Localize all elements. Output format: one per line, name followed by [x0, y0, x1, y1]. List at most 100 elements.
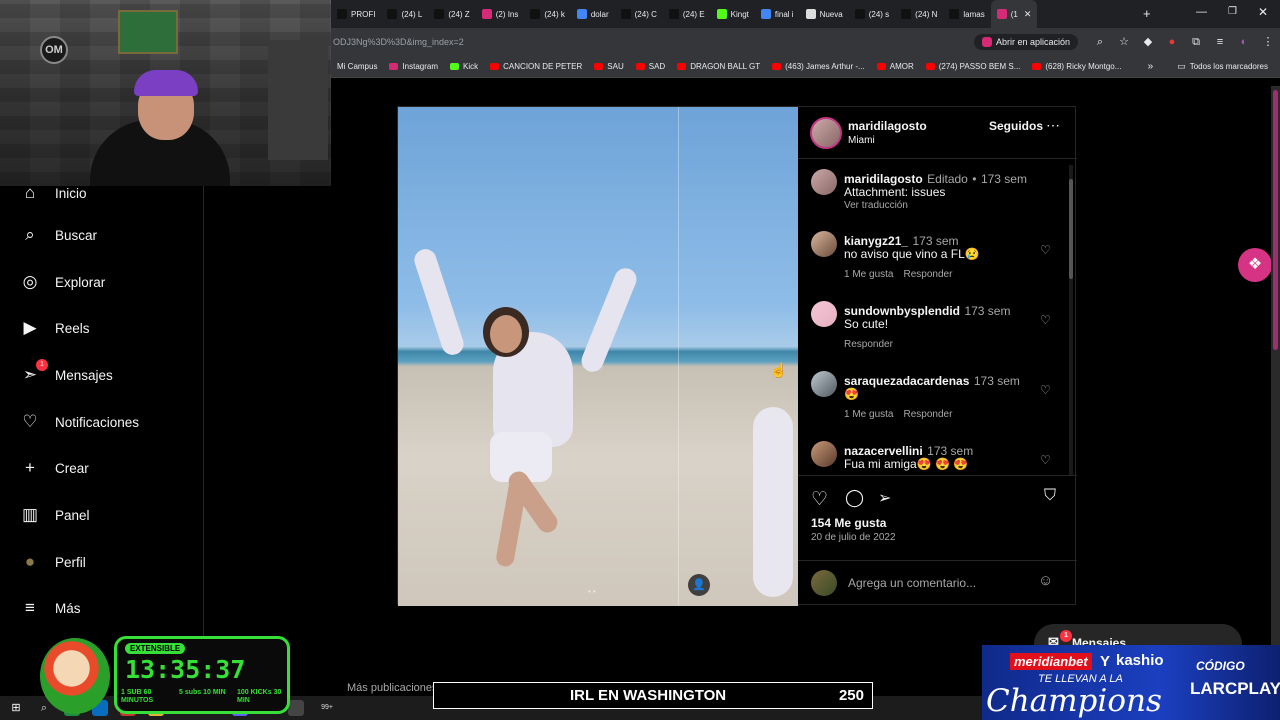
browser-tab[interactable]: Nueva: [800, 0, 849, 28]
bookmark-item[interactable]: Instagram: [383, 62, 444, 71]
bookmark-item[interactable]: (274) PASSO BEM S...: [920, 62, 1027, 71]
comment-like-icon[interactable]: ♡: [1040, 313, 1051, 327]
browser-tab[interactable]: lamas: [943, 0, 990, 28]
extension-red-icon[interactable]: ●: [1165, 35, 1179, 49]
post-photo[interactable]: • • 👤: [398, 107, 798, 606]
kebab-menu-icon[interactable]: ⋮: [1261, 35, 1275, 49]
browser-tab[interactable]: final i: [755, 0, 800, 28]
bookmarks-overflow-icon[interactable]: »: [1148, 61, 1154, 72]
sidebar-item-panel[interactable]: ▥ Panel: [20, 505, 90, 525]
comment-username[interactable]: nazacervellini: [844, 444, 923, 458]
commenter-avatar[interactable]: [811, 301, 837, 327]
caption-username[interactable]: maridilagosto: [844, 172, 923, 186]
browser-tab-bar: PROFI (24) L (24) Z (2) Ins (24) k dolar (24) …: [331, 0, 1280, 28]
sidebar-item-perfil[interactable]: ● Perfil: [20, 552, 86, 572]
sidebar-item-buscar[interactable]: ⌕ Buscar: [20, 225, 97, 245]
sidebar-item-mensajes[interactable]: ➣ 1 Mensajes: [20, 359, 113, 385]
bookmark-label: (463) James Arthur -...: [785, 62, 865, 71]
like-count[interactable]: 154 Me gusta: [811, 516, 886, 530]
comment-icon[interactable]: ◯: [845, 488, 864, 508]
emoji-icon[interactable]: ☺: [1038, 572, 1053, 589]
author-username[interactable]: maridilagosto: [848, 119, 927, 133]
bookmark-item[interactable]: DRAGON BALL GT: [671, 62, 766, 71]
sidebar-item-inicio[interactable]: ⌂ Inicio: [20, 183, 87, 203]
commenter-avatar[interactable]: [811, 231, 837, 257]
browser-tab[interactable]: (24) N: [895, 0, 943, 28]
post-date: 20 de julio de 2022: [811, 532, 896, 543]
comment-username[interactable]: saraquezadacardenas: [844, 374, 969, 388]
browser-tab[interactable]: (2) Ins: [476, 0, 525, 28]
more-options-icon[interactable]: ⋯: [1046, 117, 1060, 134]
playlist-icon[interactable]: ≡: [1213, 35, 1227, 49]
sidebar-item-explorar[interactable]: ◎ Explorar: [20, 272, 106, 292]
browser-tab[interactable]: (24) E: [663, 0, 711, 28]
tagged-user-icon[interactable]: 👤: [688, 574, 710, 596]
bookmark-item[interactable]: (628) Ricky Montgo...: [1026, 62, 1127, 71]
reply-button[interactable]: Responder: [903, 409, 952, 420]
author-avatar[interactable]: [810, 117, 842, 149]
see-translation-link[interactable]: Ver traducción: [844, 200, 908, 211]
floating-extension-icon[interactable]: ❖: [1238, 248, 1272, 282]
bookmark-item[interactable]: (463) James Arthur -...: [766, 62, 871, 71]
open-in-app-label: Abrir en aplicación: [995, 37, 1070, 47]
all-bookmarks-button[interactable]: ▭ Todos los marcadores: [1171, 61, 1274, 72]
browser-tab[interactable]: (1 ✕: [990, 0, 1038, 28]
like-icon[interactable]: ♡: [811, 488, 828, 511]
sidebar-item-notificaciones[interactable]: ♡ Notificaciones: [20, 412, 139, 432]
following-button[interactable]: Seguidos: [989, 119, 1043, 133]
commenter-avatar[interactable]: [811, 441, 837, 467]
url-text[interactable]: ODJ3Ng%3D%3D&img_index=2: [333, 37, 974, 47]
post-location[interactable]: Miami: [848, 135, 875, 146]
bookmark-item[interactable]: Mi Campus: [331, 62, 383, 71]
bookmark-item[interactable]: AMOR: [871, 62, 920, 71]
sidebar-item-reels[interactable]: ▶ Reels: [20, 318, 89, 338]
comment-username[interactable]: sundownbysplendid: [844, 304, 960, 318]
zoom-icon[interactable]: ⌕: [1093, 35, 1107, 49]
sidebar-item-más[interactable]: ≡ Más: [20, 598, 80, 618]
browser-tab[interactable]: (24) Z: [428, 0, 475, 28]
bookmark-item[interactable]: SAD: [630, 62, 671, 71]
comments-list[interactable]: maridilagosto Editado • 173 sem Attachme…: [798, 159, 1077, 475]
browser-tab[interactable]: (24) L: [381, 0, 428, 28]
browser-tab[interactable]: (24) C: [615, 0, 663, 28]
open-in-app-button[interactable]: Abrir en aplicación: [973, 34, 1078, 50]
browser-tab[interactable]: Kingt: [711, 0, 755, 28]
new-tab-icon[interactable]: +: [1143, 6, 1151, 21]
close-window-icon[interactable]: ✕: [1258, 5, 1268, 19]
commenter-avatar[interactable]: [811, 371, 837, 397]
browser-tab[interactable]: (24) k: [524, 0, 570, 28]
browser-tab[interactable]: PROFI: [331, 0, 381, 28]
caption-avatar[interactable]: [811, 169, 837, 195]
sidebar-item-crear[interactable]: + Crear: [20, 458, 89, 478]
comment-likes[interactable]: 1 Me gusta: [844, 269, 893, 280]
comment-time: 173 sem: [912, 234, 959, 248]
reply-button[interactable]: Responder: [844, 339, 893, 350]
close-tab-icon[interactable]: ✕: [1024, 9, 1032, 20]
comment-like-icon[interactable]: ♡: [1040, 383, 1051, 397]
comment-likes[interactable]: 1 Me gusta: [844, 409, 893, 420]
instagram-icon: [996, 9, 1007, 19]
bookmark-star-icon[interactable]: ☆: [1117, 35, 1131, 49]
save-icon[interactable]: ⛉: [1044, 487, 1056, 505]
comments-scrollbar[interactable]: [1069, 165, 1073, 475]
share-icon[interactable]: ➢: [878, 488, 891, 508]
comment-like-icon[interactable]: ♡: [1040, 243, 1051, 257]
comment-input[interactable]: Agrega un comentario...: [848, 576, 976, 590]
address-bar[interactable]: ODJ3Ng%3D%3D&img_index=2 Abrir en aplica…: [331, 28, 1280, 56]
minimize-icon[interactable]: —: [1196, 6, 1207, 18]
reply-button[interactable]: Responder: [903, 269, 952, 280]
puzzle-icon[interactable]: ⧉: [1189, 35, 1203, 49]
browser-tab[interactable]: dolar: [571, 0, 615, 28]
bookmark-item[interactable]: SAU: [588, 62, 629, 71]
bookmark-item[interactable]: CANCION DE PETER: [484, 62, 588, 71]
tiktok-icon: [901, 9, 912, 19]
profile-icon[interactable]: ◐: [1237, 35, 1251, 49]
maximize-icon[interactable]: ❐: [1228, 6, 1237, 17]
windows-start-icon[interactable]: ⊞: [8, 700, 24, 716]
page-scrollbar[interactable]: [1271, 86, 1280, 696]
comment-username[interactable]: kianygz21_: [844, 234, 908, 248]
comment-like-icon[interactable]: ♡: [1040, 453, 1051, 467]
bookmark-item[interactable]: Kick: [444, 62, 484, 71]
extension-icon[interactable]: ◆: [1141, 35, 1155, 49]
browser-tab[interactable]: (24) s: [849, 0, 895, 28]
